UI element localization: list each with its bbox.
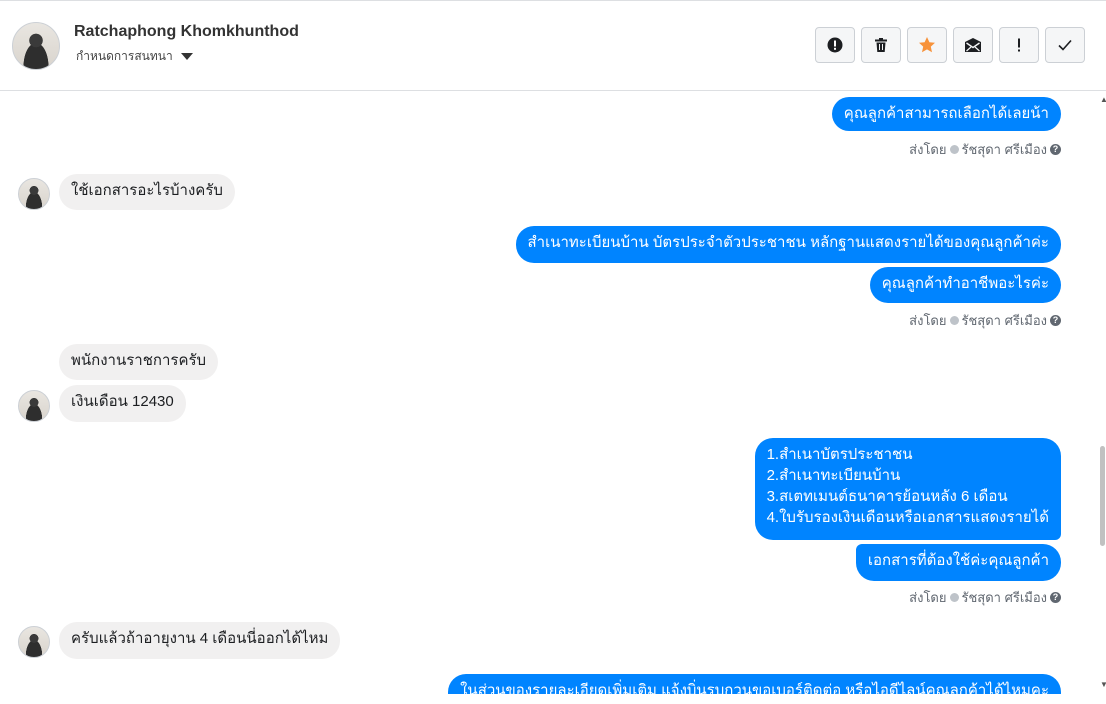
agent-status-icon <box>949 316 959 325</box>
contact-avatar[interactable] <box>12 22 60 70</box>
agent-status-icon <box>949 145 959 154</box>
outgoing-message-list: 1.สำเนาบัตรประชาชน 2.สำเนาทะเบียนบ้าน 3.… <box>754 438 1061 540</box>
agent-status-icon <box>949 593 959 602</box>
star-icon <box>919 37 935 53</box>
incoming-message: ครับแล้วถ้าอายุงาน 4 เดือนนี่ออกได้ไหม <box>59 622 341 659</box>
outgoing-message: เอกสารที่ต้องใช้ค่ะคุณลูกค้า <box>855 544 1061 581</box>
thread-scrollbar[interactable] <box>1098 92 1106 704</box>
sent-by-info: ส่งโดย รัชสุดา ศรีเมือง ? <box>909 587 1061 608</box>
message-thread: คุณลูกค้าสามารถเลือกได้เลยน้า ส่งโดย รัช… <box>0 92 1098 694</box>
star-button[interactable] <box>907 27 947 63</box>
label-dropdown[interactable]: กำหนดการสนทนา <box>76 47 193 66</box>
delete-button[interactable] <box>861 27 901 63</box>
agent-name[interactable]: รัชสุดา ศรีเมือง <box>962 139 1048 160</box>
agent-name[interactable]: รัชสุดา ศรีเมือง <box>962 587 1048 608</box>
contact-avatar-small <box>18 626 50 658</box>
contact-avatar-small <box>18 390 50 422</box>
scrollbar-thumb[interactable] <box>1100 446 1105 546</box>
sent-by-info: ส่งโดย รัชสุดา ศรีเมือง ? <box>909 310 1061 331</box>
mark-done-button[interactable] <box>1045 27 1085 63</box>
header-actions <box>815 27 1085 63</box>
incoming-message: เงินเดือน 12430 <box>59 385 186 422</box>
label-dropdown-text: กำหนดการสนทนา <box>76 49 173 63</box>
follow-up-button[interactable] <box>999 27 1039 63</box>
outgoing-message: คุณลูกค้าทำอาชีพอะไรค่ะ <box>869 267 1061 303</box>
scroll-up-arrow-icon[interactable]: ▲ <box>1100 95 1106 104</box>
trash-icon <box>875 38 887 52</box>
incoming-message: ใช้เอกสารอะไรบ้างครับ <box>59 174 235 210</box>
contact-avatar-small <box>18 178 50 210</box>
alert-circle-icon <box>827 37 843 53</box>
conversation-header: Ratchaphong Khomkhunthod กำหนดการสนทนา <box>0 1 1106 91</box>
mark-unread-button[interactable] <box>953 27 993 63</box>
caret-down-icon <box>180 53 193 60</box>
help-icon[interactable]: ? <box>1050 592 1061 603</box>
sent-by-label: ส่งโดย <box>909 142 947 157</box>
outgoing-message: ในส่วนของรายละเอียดเพิ่มเติม แจ้งบิ่นรบก… <box>448 674 1061 694</box>
check-icon <box>1058 39 1072 51</box>
outgoing-message: คุณลูกค้าสามารถเลือกได้เลยน้า <box>831 97 1061 131</box>
contact-name[interactable]: Ratchaphong Khomkhunthod <box>74 23 299 41</box>
sent-by-info: ส่งโดย รัชสุดา ศรีเมือง ? <box>909 139 1061 160</box>
agent-name[interactable]: รัชสุดา ศรีเมือง <box>962 310 1048 331</box>
help-icon[interactable]: ? <box>1050 144 1061 155</box>
sent-by-label: ส่งโดย <box>909 590 947 605</box>
envelope-icon <box>965 38 981 52</box>
incoming-message: พนักงานราชการครับ <box>59 344 219 380</box>
mark-spam-button[interactable] <box>815 27 855 63</box>
sent-by-label: ส่งโดย <box>909 313 947 328</box>
scroll-down-arrow-icon[interactable]: ▼ <box>1100 680 1106 689</box>
outgoing-message: สำเนาทะเบียนบ้าน บัตรประจำตัวประชาชน หลั… <box>515 226 1061 263</box>
help-icon[interactable]: ? <box>1050 315 1061 326</box>
exclamation-icon <box>1018 38 1020 52</box>
